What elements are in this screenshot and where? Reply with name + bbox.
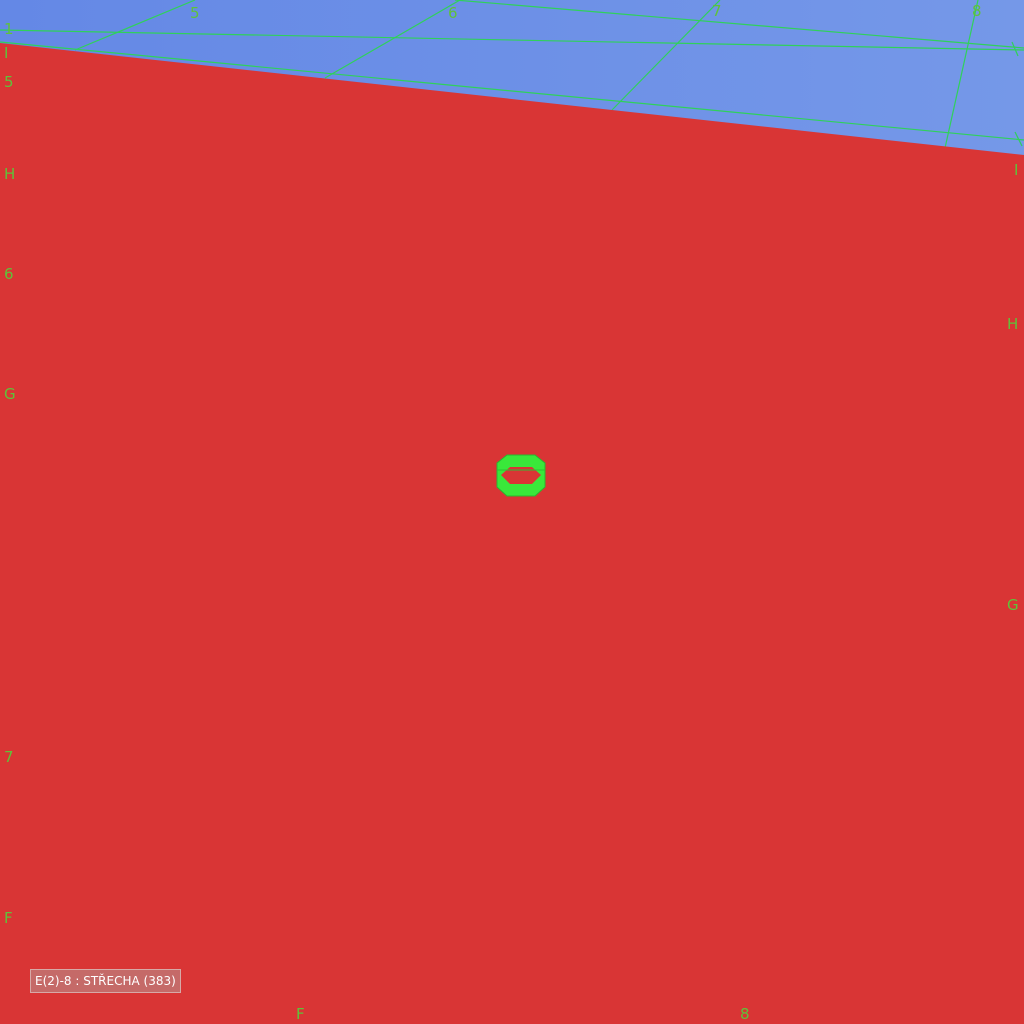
3d-viewport[interactable]: 1 5 6 7 8 I 5 H 6 G 7 F I H G F 8 E(2)-8…: [0, 0, 1024, 1024]
grid-label-left-i: I: [4, 44, 8, 62]
grid-label-right-h: H: [1007, 315, 1018, 333]
scene-canvas[interactable]: 1 5 6 7 8 I 5 H 6 G 7 F I H G F 8: [0, 0, 1024, 1024]
grid-label-top-6: 6: [448, 4, 458, 22]
grid-label-top-1: 1: [4, 20, 14, 38]
grid-label-bottom-f: F: [296, 1005, 305, 1023]
grid-label-bottom-8: 8: [740, 1005, 750, 1023]
grid-label-left-h: H: [4, 165, 15, 183]
grid-label-top-8: 8: [972, 2, 982, 20]
grid-label-left-6: 6: [4, 265, 14, 283]
grid-label-top-5: 5: [190, 4, 200, 22]
grid-label-right-g: G: [1007, 596, 1019, 614]
grid-label-left-f: F: [4, 909, 13, 927]
grid-label-top-7: 7: [712, 2, 722, 20]
octagon-marker-icon[interactable]: [496, 454, 546, 497]
selection-status-label: E(2)-8 : STŘECHA (383): [30, 969, 181, 993]
roof-plane[interactable]: [0, 43, 1024, 1024]
grid-label-right-i: I: [1014, 161, 1018, 179]
grid-label-left-g: G: [4, 385, 16, 403]
grid-label-left-5: 5: [4, 73, 14, 91]
grid-label-left-7: 7: [4, 748, 14, 766]
